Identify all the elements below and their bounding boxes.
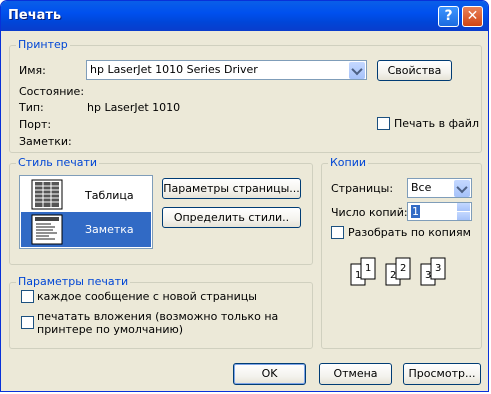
chevron-down-icon[interactable]	[454, 180, 470, 197]
memo-style-icon	[31, 214, 63, 245]
preview-button[interactable]: Просмотр...	[403, 363, 481, 385]
define-styles-button[interactable]: Определить стили..	[162, 207, 301, 228]
close-icon[interactable]: ✕	[462, 6, 483, 27]
style-item-table-label: Таблица	[85, 189, 134, 202]
type-label: Тип:	[19, 101, 44, 114]
title-bar: Печать ? ✕	[1, 1, 488, 31]
collate-num-3a: 3	[425, 270, 432, 281]
new-page-per-message-label[interactable]: каждое сообщение с новой страницы	[37, 290, 257, 303]
pages-value: Все	[411, 181, 432, 194]
printer-group-label: Принтер	[16, 38, 70, 51]
collate-num-1a: 1	[355, 270, 362, 281]
style-item-memo[interactable]: Заметка	[21, 212, 151, 247]
collate-num-3b: 3	[435, 263, 442, 274]
printer-name-value: hp LaserJet 1010 Series Driver	[90, 63, 258, 76]
print-style-group-label: Стиль печати	[16, 156, 100, 169]
printer-name-label: Имя:	[19, 64, 46, 77]
print-attachments-label[interactable]: печатать вложения (возможно только на	[37, 310, 278, 323]
collate-num-2b: 2	[400, 263, 407, 274]
window-title: Печать	[8, 8, 62, 23]
collate-num-1b: 1	[365, 263, 372, 274]
status-label: Состояние:	[19, 85, 85, 98]
cancel-button[interactable]: Отмена	[319, 363, 392, 385]
print-to-file-label[interactable]: Печать в файл	[394, 117, 479, 130]
print-dialog: Печать ? ✕ Принтер Имя: hp LaserJet 1010…	[0, 0, 489, 392]
type-value: hp LaserJet 1010	[87, 101, 181, 114]
spin-up-icon[interactable]	[457, 203, 470, 211]
copies-stepper[interactable]: 1	[407, 202, 472, 221]
collate-num-2a: 2	[390, 270, 397, 281]
help-icon[interactable]: ?	[438, 6, 459, 27]
pages-label: Страницы:	[331, 182, 394, 195]
print-to-file-checkbox[interactable]	[377, 117, 390, 130]
print-style-list[interactable]: Таблица Заметка	[19, 175, 153, 249]
copies-label: Число копий:	[331, 206, 408, 219]
table-style-icon	[31, 179, 63, 210]
properties-button[interactable]: Свойства	[377, 60, 452, 81]
copies-group-label: Копии	[328, 156, 369, 169]
collate-checkbox[interactable]	[331, 226, 344, 239]
print-attachments-label-line2[interactable]: принтере по умолчанию)	[37, 323, 183, 336]
port-label: Порт:	[19, 118, 52, 131]
style-item-memo-label: Заметка	[85, 223, 134, 236]
spin-down-icon[interactable]	[457, 212, 470, 220]
print-attachments-checkbox[interactable]	[21, 316, 34, 329]
ok-button[interactable]: OK	[233, 363, 306, 385]
print-options-group-label: Параметры печати	[16, 275, 131, 288]
page-setup-button[interactable]: Параметры страницы...	[162, 178, 301, 199]
comment-label: Заметки:	[19, 135, 72, 148]
pages-select[interactable]: Все	[407, 178, 472, 198]
printer-name-select[interactable]: hp LaserJet 1010 Series Driver	[86, 60, 367, 80]
collate-label[interactable]: Разобрать по копиям	[348, 226, 471, 239]
new-page-per-message-checkbox[interactable]	[21, 290, 34, 303]
chevron-down-icon[interactable]	[349, 62, 365, 79]
copies-value[interactable]: 1	[411, 205, 420, 218]
style-item-table[interactable]: Таблица	[21, 177, 151, 212]
